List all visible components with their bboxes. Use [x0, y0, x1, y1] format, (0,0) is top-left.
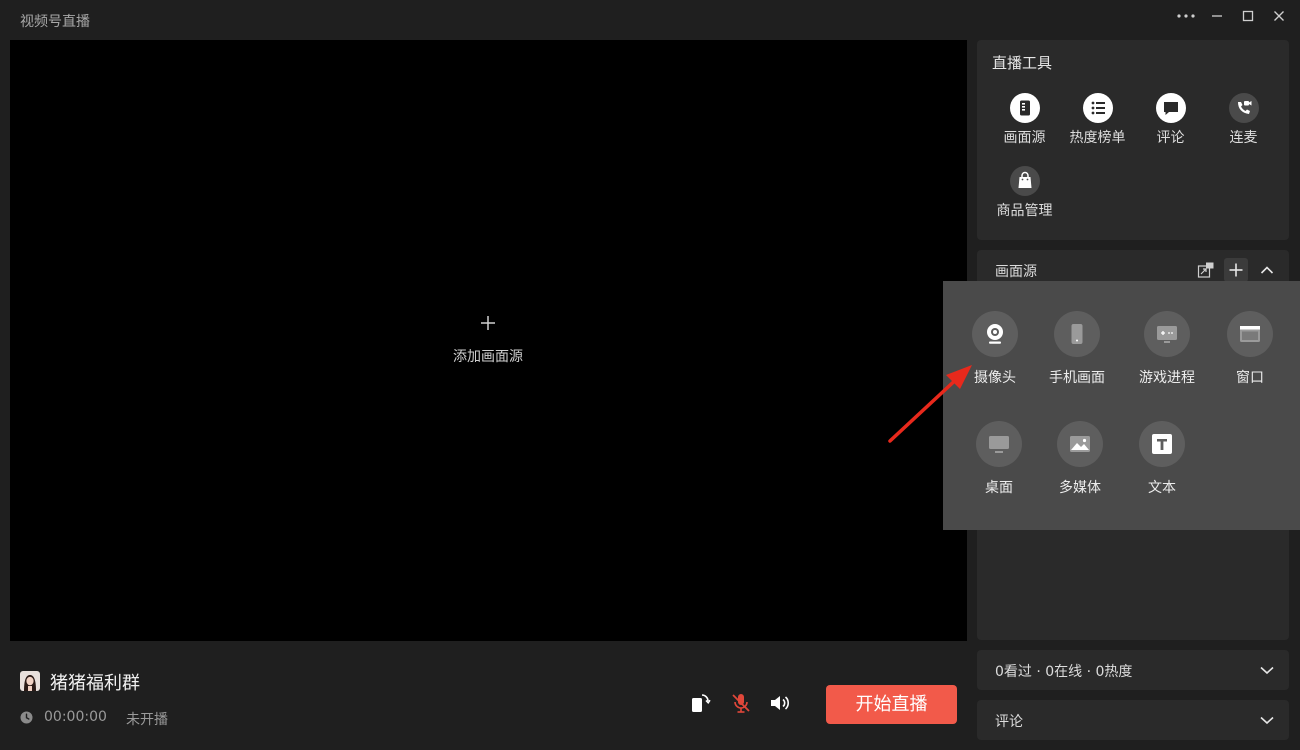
phone-video-icon	[1228, 93, 1259, 123]
tool-label: 热度榜单	[1069, 130, 1126, 146]
desktop-icon	[976, 421, 1022, 467]
add-source-icon[interactable]	[1224, 258, 1248, 282]
menu-item-label: 窗口	[1236, 370, 1264, 386]
tool-label: 商品管理	[996, 203, 1053, 219]
menu-item-label: 摄像头	[974, 370, 1016, 386]
chevron-up-icon[interactable]	[1255, 258, 1279, 282]
chevron-down-icon	[1260, 716, 1274, 725]
bottom-bar: 猪猪福利群 00:00:00 未开播 开始直播	[10, 650, 967, 745]
tools-title: 直播工具	[992, 54, 1053, 72]
live-timer: 00:00:00	[44, 709, 107, 725]
tool-label: 连麦	[1229, 130, 1258, 146]
image-icon	[1057, 421, 1103, 467]
menu-item-window[interactable]: 窗口	[1208, 311, 1292, 387]
source-panel-title: 画面源	[995, 264, 1037, 280]
app-title: 视频号直播	[20, 14, 90, 30]
shopping-bag-icon	[1009, 166, 1040, 196]
live-preview: 添加画面源	[10, 40, 967, 641]
audience-stats-label: 0看过 · 0在线 · 0热度	[995, 664, 1133, 680]
camera-icon	[972, 311, 1018, 357]
menu-item-label: 游戏进程	[1139, 370, 1195, 386]
start-live-button[interactable]: 开始直播	[826, 685, 957, 724]
source-type-menu: 摄像头 手机画面 游戏进程 窗口 桌面 多媒体 文本	[943, 281, 1300, 530]
menu-item-label: 桌面	[985, 480, 1013, 496]
comments-label: 评论	[995, 714, 1023, 730]
menu-item-multimedia[interactable]: 多媒体	[1038, 421, 1122, 497]
more-icon[interactable]	[1170, 6, 1201, 26]
menu-item-camera[interactable]: 摄像头	[953, 311, 1037, 387]
window-controls	[1170, 6, 1294, 26]
tool-screen-source[interactable]: 画面源	[988, 93, 1061, 147]
comment-icon	[1155, 93, 1186, 123]
list-icon	[1082, 93, 1113, 123]
live-tools-panel: 直播工具 画面源 热度榜单 评论 连麦 商品管理	[977, 40, 1289, 240]
title-bar: 视频号直播	[0, 0, 1300, 40]
menu-item-phone-screen[interactable]: 手机画面	[1035, 311, 1119, 387]
chevron-down-icon	[1260, 666, 1274, 675]
menu-item-label: 手机画面	[1049, 370, 1105, 386]
menu-item-game-process[interactable]: 游戏进程	[1125, 311, 1209, 387]
add-source-button[interactable]: 添加画面源	[430, 308, 546, 366]
menu-item-label: 文本	[1148, 480, 1176, 496]
maximize-icon[interactable]	[1232, 6, 1263, 26]
add-source-label: 添加画面源	[453, 349, 523, 365]
speaker-icon[interactable]	[769, 692, 791, 714]
plus-icon	[430, 308, 546, 338]
popout-icon[interactable]	[1194, 258, 1218, 282]
tool-hot-list[interactable]: 热度榜单	[1061, 93, 1134, 147]
text-icon	[1139, 421, 1185, 467]
screen-source-icon	[1009, 93, 1040, 123]
tool-product-management[interactable]: 商品管理	[988, 166, 1061, 220]
menu-item-text[interactable]: 文本	[1120, 421, 1204, 497]
window-icon	[1227, 311, 1273, 357]
audience-stats-row[interactable]: 0看过 · 0在线 · 0热度	[977, 650, 1289, 690]
live-status: 未开播	[126, 712, 168, 728]
mic-muted-icon[interactable]	[730, 692, 752, 714]
comments-row[interactable]: 评论	[977, 700, 1289, 740]
tool-co-host[interactable]: 连麦	[1207, 93, 1280, 147]
game-icon	[1144, 311, 1190, 357]
tool-label: 评论	[1156, 130, 1185, 146]
channel-name: 猪猪福利群	[50, 673, 140, 694]
phone-icon	[1054, 311, 1100, 357]
minimize-icon[interactable]	[1201, 6, 1232, 26]
tool-label: 画面源	[1003, 130, 1046, 146]
menu-item-label: 多媒体	[1059, 480, 1101, 496]
avatar[interactable]	[20, 671, 40, 691]
rotate-screen-icon[interactable]	[689, 692, 711, 714]
clock-icon	[20, 711, 33, 724]
close-icon[interactable]	[1263, 6, 1294, 26]
menu-item-desktop[interactable]: 桌面	[957, 421, 1041, 497]
tool-comment[interactable]: 评论	[1134, 93, 1207, 147]
